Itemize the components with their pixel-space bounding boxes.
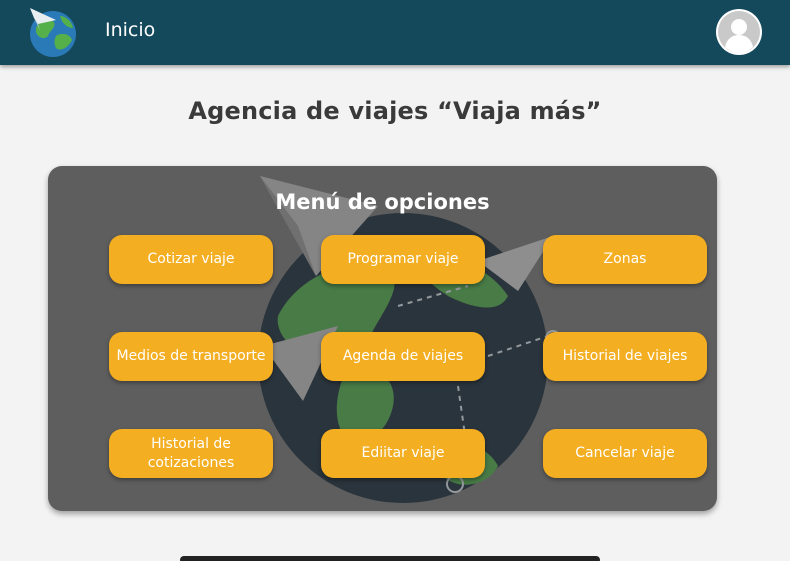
globe-plane-icon[interactable] — [26, 6, 78, 58]
trip-agenda-button[interactable]: Agenda de viajes — [321, 332, 485, 381]
page-title: Agencia de viajes “Viaja más” — [188, 97, 602, 125]
menu-heading: Menú de opciones — [275, 190, 490, 214]
nav-home-link[interactable]: Inicio — [105, 19, 155, 41]
quote-trip-button[interactable]: Cotizar viaje — [109, 235, 273, 284]
user-avatar-icon[interactable] — [716, 9, 762, 55]
zones-button[interactable]: Zonas — [543, 235, 707, 284]
footer-edge — [180, 556, 600, 561]
quote-history-button[interactable]: Historial de cotizaciones — [109, 429, 273, 478]
schedule-trip-button[interactable]: Programar viaje — [321, 235, 485, 284]
cancel-trip-button[interactable]: Cancelar viaje — [543, 429, 707, 478]
options-menu-panel: Menú de opciones Cotizar viaje Programar… — [48, 166, 717, 511]
edit-trip-button[interactable]: Ediitar viaje — [321, 429, 485, 478]
top-navbar: Inicio — [0, 0, 790, 65]
transport-modes-button[interactable]: Medios de transporte — [109, 332, 273, 381]
trip-history-button[interactable]: Historial de viajes — [543, 332, 707, 381]
